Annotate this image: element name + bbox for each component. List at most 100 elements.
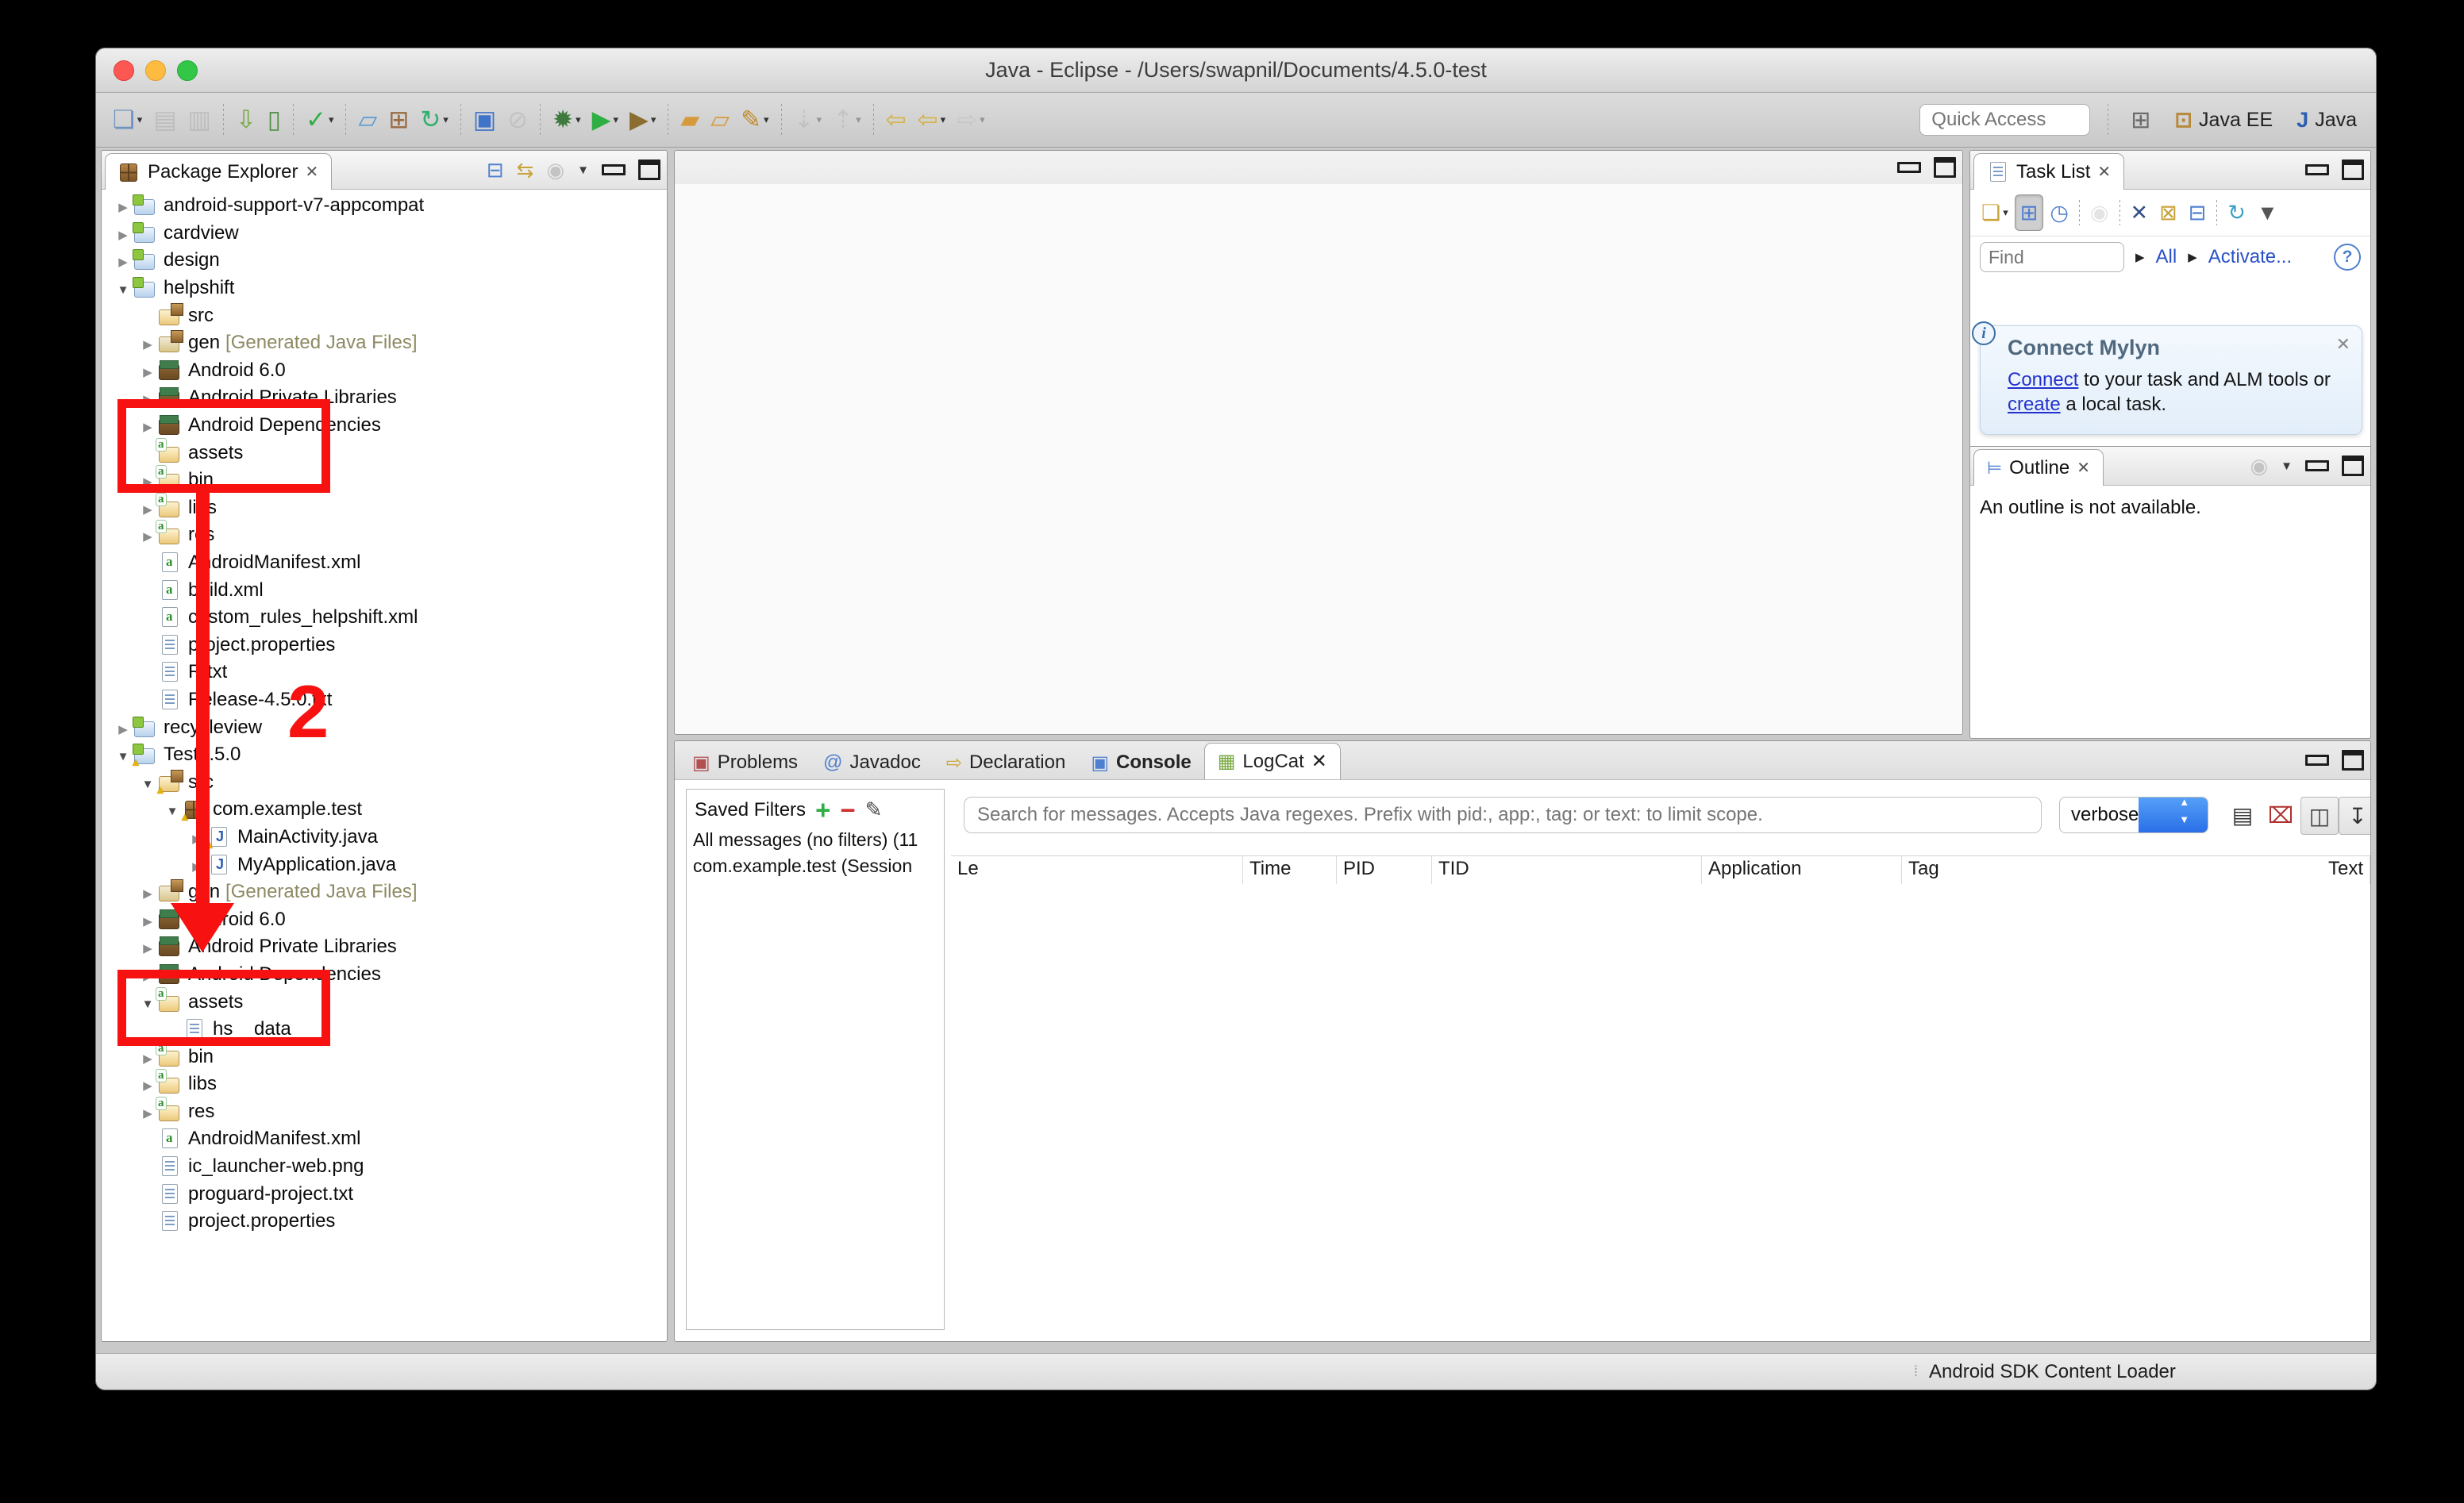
tree-item[interactable]: ▲ design	[102, 247, 667, 275]
tree-item[interactable]: ▲ ic_launcher-web.png	[102, 1153, 667, 1181]
save-button[interactable]: ▤▾	[148, 100, 182, 140]
tree-item[interactable]: ▲ Release-4.5.0.txt	[102, 686, 667, 714]
view-menu-button[interactable]: ▼▾	[2252, 195, 2283, 230]
filter-list-item[interactable]: com.example.test (Session	[687, 853, 944, 879]
autoscroll-button[interactable]: ↧	[2339, 797, 2371, 835]
expander-icon[interactable]	[137, 332, 158, 354]
tree-item[interactable]: ▲ src	[102, 302, 667, 329]
expander-icon[interactable]	[113, 717, 133, 739]
logcat-search-input[interactable]	[964, 797, 2042, 833]
export-button[interactable]: ▱▾	[705, 100, 735, 140]
tree-item[interactable]: ▲ assets	[102, 439, 667, 467]
tab-declaration[interactable]: ⇨Declaration✕	[934, 746, 1079, 779]
tree-item[interactable]: ▲ recycleview	[102, 713, 667, 741]
find-input[interactable]	[1980, 242, 2124, 272]
tree-item[interactable]: ▲ AndroidManifest.xml	[102, 549, 667, 577]
column-header[interactable]: PID	[1337, 856, 1432, 885]
save-all-button[interactable]: ▥▾	[183, 100, 217, 140]
help-icon[interactable]: ?	[2334, 244, 2361, 271]
column-header[interactable]: Le	[951, 856, 1243, 885]
expander-icon[interactable]	[137, 909, 158, 931]
maximize-view-button[interactable]	[638, 160, 660, 180]
expander-icon[interactable]	[137, 881, 158, 903]
tab-logcat[interactable]: ▦LogCat✕	[1204, 743, 1341, 779]
tree-item[interactable]: ▲ src	[102, 768, 667, 796]
lint-check-button[interactable]: ✓▾	[300, 100, 340, 140]
maximize-view-button[interactable]	[2342, 750, 2364, 771]
close-view-icon[interactable]: ✕	[2097, 162, 2111, 182]
activate-link[interactable]: Activate...	[2208, 246, 2292, 268]
close-view-icon[interactable]: ✕	[305, 162, 318, 182]
connect-link[interactable]: Connect	[2008, 369, 2078, 390]
minimize-view-button[interactable]	[2305, 460, 2329, 471]
tree-item[interactable]: ▲ hs__data	[102, 1016, 667, 1044]
tab-console[interactable]: ▣Console✕	[1078, 746, 1203, 779]
tab-problems[interactable]: ▣Problems✕	[680, 746, 810, 779]
tree-item[interactable]: ▲ Android Private Libraries	[102, 933, 667, 961]
expander-icon[interactable]	[113, 277, 133, 299]
edit-filter-button[interactable]: ✎	[865, 798, 883, 822]
tree-item[interactable]: ▲ bin	[102, 1043, 667, 1071]
refresh-button[interactable]: ↻▾	[414, 100, 454, 140]
tree-item[interactable]: ▲ Android Dependencies	[102, 412, 667, 440]
expander-icon[interactable]	[137, 936, 158, 958]
all-filter-arrow-icon[interactable]: ▶	[2135, 250, 2145, 264]
minimize-view-button[interactable]	[2305, 164, 2329, 175]
tree-item[interactable]: ▲ MyApplication.java	[102, 851, 667, 878]
android-virtual-device-manager-button[interactable]: ▯▾	[262, 100, 287, 140]
expander-icon[interactable]	[137, 963, 158, 986]
tree-item[interactable]: ▲ project.properties	[102, 632, 667, 659]
log-level-select[interactable]: verbose ▲▼	[2059, 797, 2208, 833]
android-sdk-manager-button[interactable]: ⇩▾	[230, 100, 262, 140]
search-disabled-button[interactable]: ⊘▾	[502, 100, 533, 140]
link-with-editor-button[interactable]: ⇆	[517, 158, 534, 183]
close-tab-icon[interactable]: ✕	[1311, 750, 1327, 773]
tree-item[interactable]: ▲ helpshift	[102, 275, 667, 302]
tree-item[interactable]: ▲ bin	[102, 467, 667, 494]
perspective-java[interactable]: JJava	[2289, 102, 2365, 138]
close-notification-icon[interactable]: ✕	[2336, 334, 2350, 355]
tree-item[interactable]: ▲ cardview	[102, 220, 667, 248]
maximize-view-button[interactable]	[2342, 456, 2364, 476]
tree-item[interactable]: ▲ proguard-project.txt	[102, 1180, 667, 1208]
expander-icon[interactable]	[113, 222, 133, 244]
tab-package-explorer[interactable]: Package Explorer ✕	[105, 153, 332, 190]
tree-item[interactable]: ▲ MainActivity.java	[102, 824, 667, 851]
new-wizard-button[interactable]: ❏▾	[107, 100, 148, 140]
tree-item[interactable]: ▲ com.example.test	[102, 796, 667, 824]
tree-item[interactable]: ▲ AndroidManifest.xml	[102, 1125, 667, 1153]
tree-item[interactable]: ▲ res	[102, 1098, 667, 1126]
tree-item[interactable]: ▲ R.txt	[102, 659, 667, 686]
java-search-button[interactable]: ✎▾	[735, 100, 775, 140]
back-button[interactable]: ⇦▾	[912, 100, 952, 140]
last-edit-location-button[interactable]: ⇦▾	[880, 100, 912, 140]
tree-item[interactable]: ▲ Android Dependencies	[102, 961, 667, 989]
minimize-view-button[interactable]	[602, 164, 626, 175]
my-tasks-filter-button[interactable]: ⊠▾	[2154, 195, 2182, 230]
column-header[interactable]: Application	[1702, 856, 1902, 885]
scheduled-view-button[interactable]: ◷▾	[2045, 195, 2073, 230]
expander-icon[interactable]	[113, 194, 133, 217]
minimize-view-button[interactable]	[2305, 755, 2329, 766]
tree-item[interactable]: ▲ gen [Generated Java Files]	[102, 329, 667, 357]
perspective-java-ee[interactable]: ⊡Java EE	[2166, 102, 2281, 138]
column-header[interactable]: TID	[1432, 856, 1702, 885]
column-header[interactable]: Tag	[1902, 856, 2322, 885]
tab-task-list[interactable]: Task List ✕	[1973, 153, 2124, 190]
expander-icon[interactable]	[187, 854, 207, 876]
maximize-editor-button[interactable]	[1934, 157, 1956, 178]
maximize-view-button[interactable]	[2342, 160, 2364, 180]
device-view-button[interactable]: ▣▾	[468, 100, 502, 140]
clear-log-button[interactable]: ⌧	[2262, 797, 2299, 833]
tree-item[interactable]: ▲ Android 6.0	[102, 905, 667, 933]
tree-item[interactable]: ▲ gen [Generated Java Files]	[102, 878, 667, 906]
run-button[interactable]: ▶▾	[587, 100, 624, 140]
tree-item[interactable]: ▲ Android Private Libraries	[102, 384, 667, 412]
next-annotation-button[interactable]: ⇣▾	[788, 100, 828, 140]
create-link[interactable]: create	[2008, 394, 2061, 415]
tree-item[interactable]: ▲ build.xml	[102, 576, 667, 604]
hide-completed-button[interactable]: ✕▾	[2126, 195, 2154, 230]
new-task-button[interactable]: ❏▾	[1977, 195, 2013, 230]
expander-icon[interactable]	[137, 359, 158, 382]
toggle-filters-pane-button[interactable]: ◫	[2300, 797, 2339, 835]
